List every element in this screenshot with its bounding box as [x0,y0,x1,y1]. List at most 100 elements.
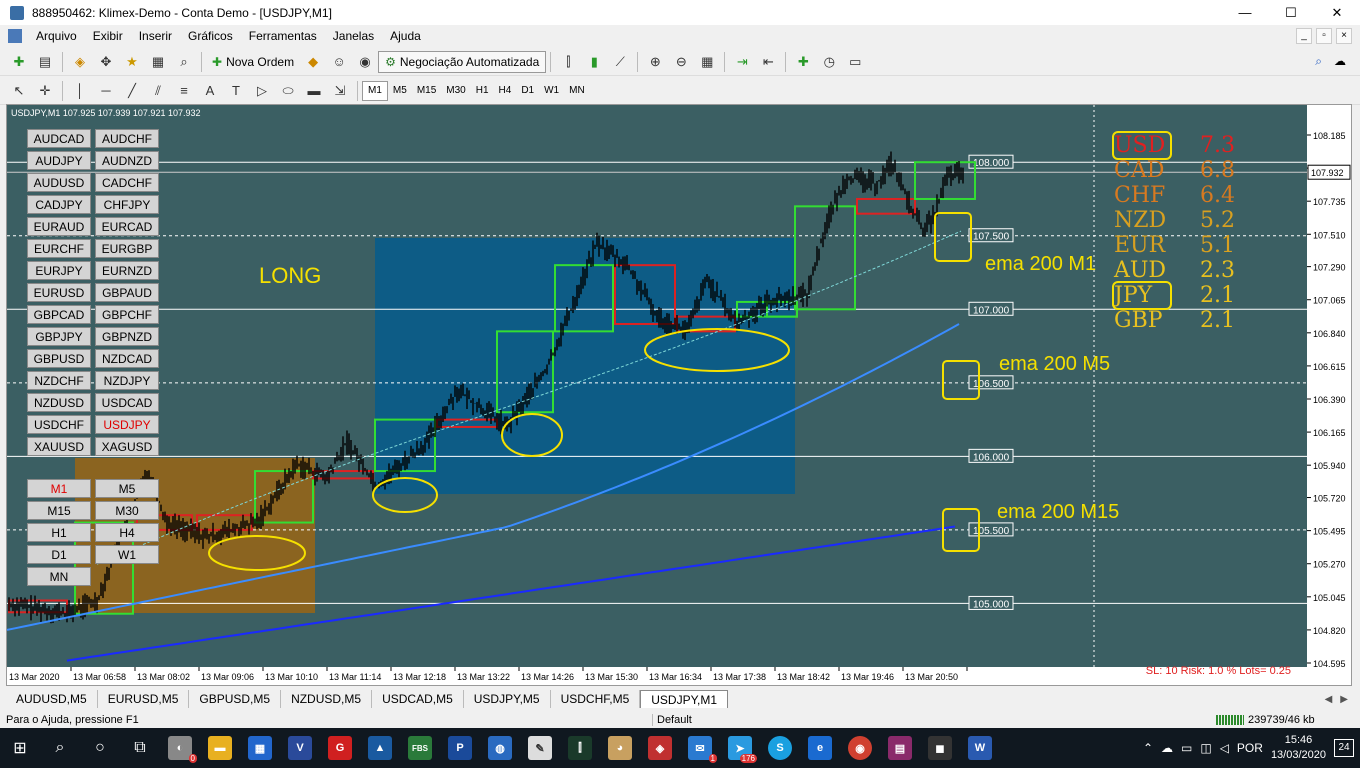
symbol-button-cadjpy[interactable]: CADJPY [27,195,91,214]
symbol-button-usdcad[interactable]: USDCAD [95,393,159,412]
candlestick-icon[interactable]: ▮ [583,51,605,73]
symbol-button-audcad[interactable]: AUDCAD [27,129,91,148]
text-label-icon[interactable]: T [225,80,247,102]
chart-tab[interactable]: NZDUSD,M5 [281,690,373,708]
chevron-up-icon[interactable]: ⌃ [1143,741,1153,755]
fbs-icon[interactable]: FBS [400,728,440,768]
minimize-button[interactable]: — [1222,0,1268,25]
language-indicator[interactable]: POR [1237,741,1263,755]
data-window-icon[interactable]: ✥ [95,51,117,73]
chart-tab[interactable]: USDCHF,M5 [551,690,641,708]
app-g-icon[interactable]: G [320,728,360,768]
symbol-button-gbpnzd[interactable]: GBPNZD [95,327,159,346]
close-button[interactable]: ✕ [1314,0,1360,25]
symbol-button-audusd[interactable]: AUDUSD [27,173,91,192]
symbol-button-nzdchf[interactable]: NZDCHF [27,371,91,390]
arrow-icon[interactable]: ▷ [251,80,273,102]
symbol-button-usdchf[interactable]: USDCHF [27,415,91,434]
symbol-button-cadchf[interactable]: CADCHF [95,173,159,192]
vertical-line-icon[interactable]: │ [69,80,91,102]
periods-icon[interactable]: ◷ [818,51,840,73]
chart-tab[interactable]: AUDUSD,M5 [6,690,98,708]
text-icon[interactable]: A [199,80,221,102]
skype-icon[interactable]: S [760,728,800,768]
tf-button-w1[interactable]: W1 [95,545,159,564]
edge-icon[interactable]: e [800,728,840,768]
symbol-button-eurjpy[interactable]: EURJPY [27,261,91,280]
battery-icon[interactable]: ▭ [1181,741,1192,755]
mdi-restore-button[interactable]: ▫ [1316,28,1332,44]
symbol-button-gbpchf[interactable]: GBPCHF [95,305,159,324]
tester-icon[interactable]: ⌕ [173,51,195,73]
metaeditor-icon[interactable]: ◆ [302,51,324,73]
menu-arquivo[interactable]: Arquivo [28,29,85,43]
cloud-icon[interactable]: ☁ [1161,741,1173,755]
tf-button-h4[interactable]: H4 [95,523,159,542]
menu-ferramentas[interactable]: Ferramentas [241,29,325,43]
app-redshape-icon[interactable]: ◈ [640,728,680,768]
ellipse-icon[interactable]: ⬭ [277,80,299,102]
trendline-icon[interactable]: ╱ [121,80,143,102]
line-chart-icon[interactable]: ⟋ [609,51,631,73]
mdi-close-button[interactable]: × [1336,28,1352,44]
market-watch-icon[interactable]: ◈ [69,51,91,73]
symbol-button-eurnzd[interactable]: EURNZD [95,261,159,280]
symbol-button-audjpy[interactable]: AUDJPY [27,151,91,170]
app-globe-icon[interactable]: ◍ [480,728,520,768]
chat-icon[interactable]: ☁ [1334,54,1346,69]
symbol-button-gbpcad[interactable]: GBPCAD [27,305,91,324]
clock[interactable]: 15:46 13/03/2020 [1271,733,1326,763]
app-triangle-icon[interactable]: ▲ [360,728,400,768]
app-v-icon[interactable]: V [280,728,320,768]
tf-button-mn[interactable]: MN [27,567,91,586]
search-icon[interactable]: ⌕ [40,728,80,768]
symbol-button-nzdjpy[interactable]: NZDJPY [95,371,159,390]
app-icon-1[interactable]: ◐ 0 [160,728,200,768]
tf-mn[interactable]: MN [564,81,590,101]
zoom-in-icon[interactable]: ⊕ [644,51,666,73]
tf-m5[interactable]: M5 [388,81,412,101]
chrome-icon[interactable]: ◉ [840,728,880,768]
word-icon[interactable]: W [960,728,1000,768]
symbol-button-eurusd[interactable]: EURUSD [27,283,91,302]
chart-tab[interactable]: USDJPY,M5 [464,690,551,708]
tile-windows-icon[interactable]: ▦ [696,51,718,73]
app-p-icon[interactable]: P [440,728,480,768]
rectangle-icon[interactable]: ▬ [303,80,325,102]
notifications-icon[interactable]: 24 [1334,739,1354,757]
tf-button-d1[interactable]: D1 [27,545,91,564]
menu-graficos[interactable]: Gráficos [180,29,241,43]
new-chart-icon[interactable]: ✚ [8,51,30,73]
search-icon[interactable]: ⌕ [1315,54,1322,69]
symbol-button-eurgbp[interactable]: EURGBP [95,239,159,258]
indicators-icon[interactable]: ✚ [792,51,814,73]
symbol-button-eurchf[interactable]: EURCHF [27,239,91,258]
paint-icon[interactable]: ◕ [600,728,640,768]
maximize-button[interactable]: ☐ [1268,0,1314,25]
tf-m1[interactable]: M1 [362,80,388,101]
symbol-button-chfjpy[interactable]: CHFJPY [95,195,159,214]
symbol-button-usdjpy[interactable]: USDJPY [95,415,159,434]
profiles-icon[interactable]: ▤ [34,51,56,73]
volume-icon[interactable]: ◁ [1220,741,1229,755]
horizontal-line-icon[interactable]: ─ [95,80,117,102]
autoscroll-icon[interactable]: ⇥ [731,51,753,73]
symbol-button-gbpjpy[interactable]: GBPJPY [27,327,91,346]
metatrader-icon[interactable]: ⫿ [560,728,600,768]
signals-icon[interactable]: ☺ [328,51,350,73]
menu-janelas[interactable]: Janelas [325,29,382,43]
chart-tab[interactable]: USDJPY,M1 [640,690,729,708]
tf-button-m5[interactable]: M5 [95,479,159,498]
task-view-icon[interactable]: ⧉ [120,728,160,768]
windows-start-icon[interactable]: ⊞ [0,728,40,768]
symbol-button-euraud[interactable]: EURAUD [27,217,91,236]
mdi-minimize-button[interactable]: _ [1296,28,1312,44]
bar-chart-icon[interactable]: ⫿ [557,51,579,73]
new-order-button[interactable]: ✚ Nova Ordem [206,51,300,73]
symbol-button-xauusd[interactable]: XAUUSD [27,437,91,456]
navigator-icon[interactable]: ★ [121,51,143,73]
symbol-button-audchf[interactable]: AUDCHF [95,129,159,148]
menu-exibir[interactable]: Exibir [85,29,131,43]
tf-button-m1[interactable]: M1 [27,479,91,498]
tf-button-m30[interactable]: M30 [95,501,159,520]
